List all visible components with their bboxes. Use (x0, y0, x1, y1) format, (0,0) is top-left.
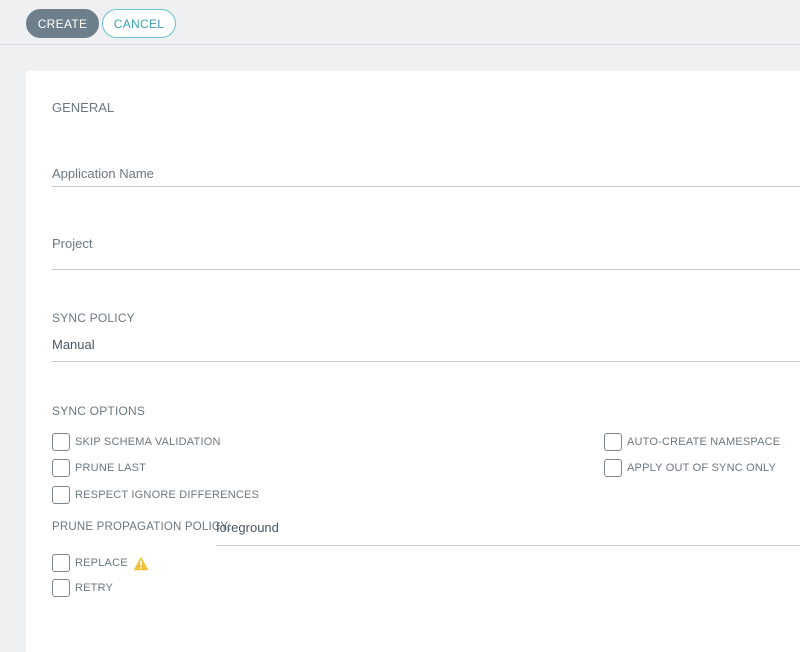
prune-propagation-policy-value: foreground (216, 520, 279, 535)
project-label: Project (52, 236, 93, 251)
sync-policy-heading: SYNC POLICY (52, 311, 135, 325)
auto-create-namespace-label: AUTO-CREATE NAMESPACE (627, 436, 781, 448)
application-name-underline (52, 186, 800, 187)
application-name-field[interactable]: Application Name (52, 161, 800, 187)
toolbar: CREATE CANCEL (0, 0, 800, 45)
application-name-label: Application Name (52, 166, 154, 181)
respect-ignore-differences-option[interactable]: RESPECT IGNORE DIFFERENCES (52, 486, 259, 504)
apply-out-of-sync-only-option[interactable]: APPLY OUT OF SYNC ONLY (604, 459, 776, 477)
sync-options-heading: SYNC OPTIONS (52, 404, 146, 418)
prune-last-checkbox[interactable] (52, 459, 70, 477)
general-heading: GENERAL (52, 100, 115, 115)
create-application-panel: GENERAL Application Name Project SYNC PO… (26, 71, 800, 652)
prune-propagation-policy-underline (216, 545, 800, 546)
replace-option[interactable]: REPLACE (52, 554, 149, 572)
cancel-button[interactable]: CANCEL (102, 9, 176, 38)
warning-triangle-icon[interactable] (133, 556, 149, 571)
replace-checkbox[interactable] (52, 554, 70, 572)
sync-policy-value: Manual (52, 337, 95, 352)
retry-label: RETRY (75, 582, 114, 594)
respect-ignore-differences-checkbox[interactable] (52, 486, 70, 504)
skip-schema-validation-checkbox[interactable] (52, 433, 70, 451)
auto-create-namespace-option[interactable]: AUTO-CREATE NAMESPACE (604, 433, 780, 451)
project-field[interactable]: Project (52, 231, 800, 271)
prune-last-label: PRUNE LAST (75, 462, 147, 474)
skip-schema-validation-option[interactable]: SKIP SCHEMA VALIDATION (52, 433, 221, 451)
apply-out-of-sync-only-label: APPLY OUT OF SYNC ONLY (627, 462, 777, 474)
project-underline (52, 269, 800, 270)
skip-schema-validation-label: SKIP SCHEMA VALIDATION (75, 436, 221, 448)
respect-ignore-differences-label: RESPECT IGNORE DIFFERENCES (75, 489, 260, 501)
sync-policy-underline (52, 361, 800, 362)
create-button[interactable]: CREATE (26, 9, 99, 38)
retry-checkbox[interactable] (52, 579, 70, 597)
sync-policy-select[interactable]: Manual (52, 333, 800, 361)
prune-last-option[interactable]: PRUNE LAST (52, 459, 146, 477)
retry-option[interactable]: RETRY (52, 579, 113, 597)
replace-label: REPLACE (75, 557, 128, 569)
prune-propagation-policy-select[interactable]: foreground (216, 515, 800, 545)
prune-propagation-policy-label: PRUNE PROPAGATION POLICY: (52, 521, 232, 533)
auto-create-namespace-checkbox[interactable] (604, 433, 622, 451)
apply-out-of-sync-only-checkbox[interactable] (604, 459, 622, 477)
